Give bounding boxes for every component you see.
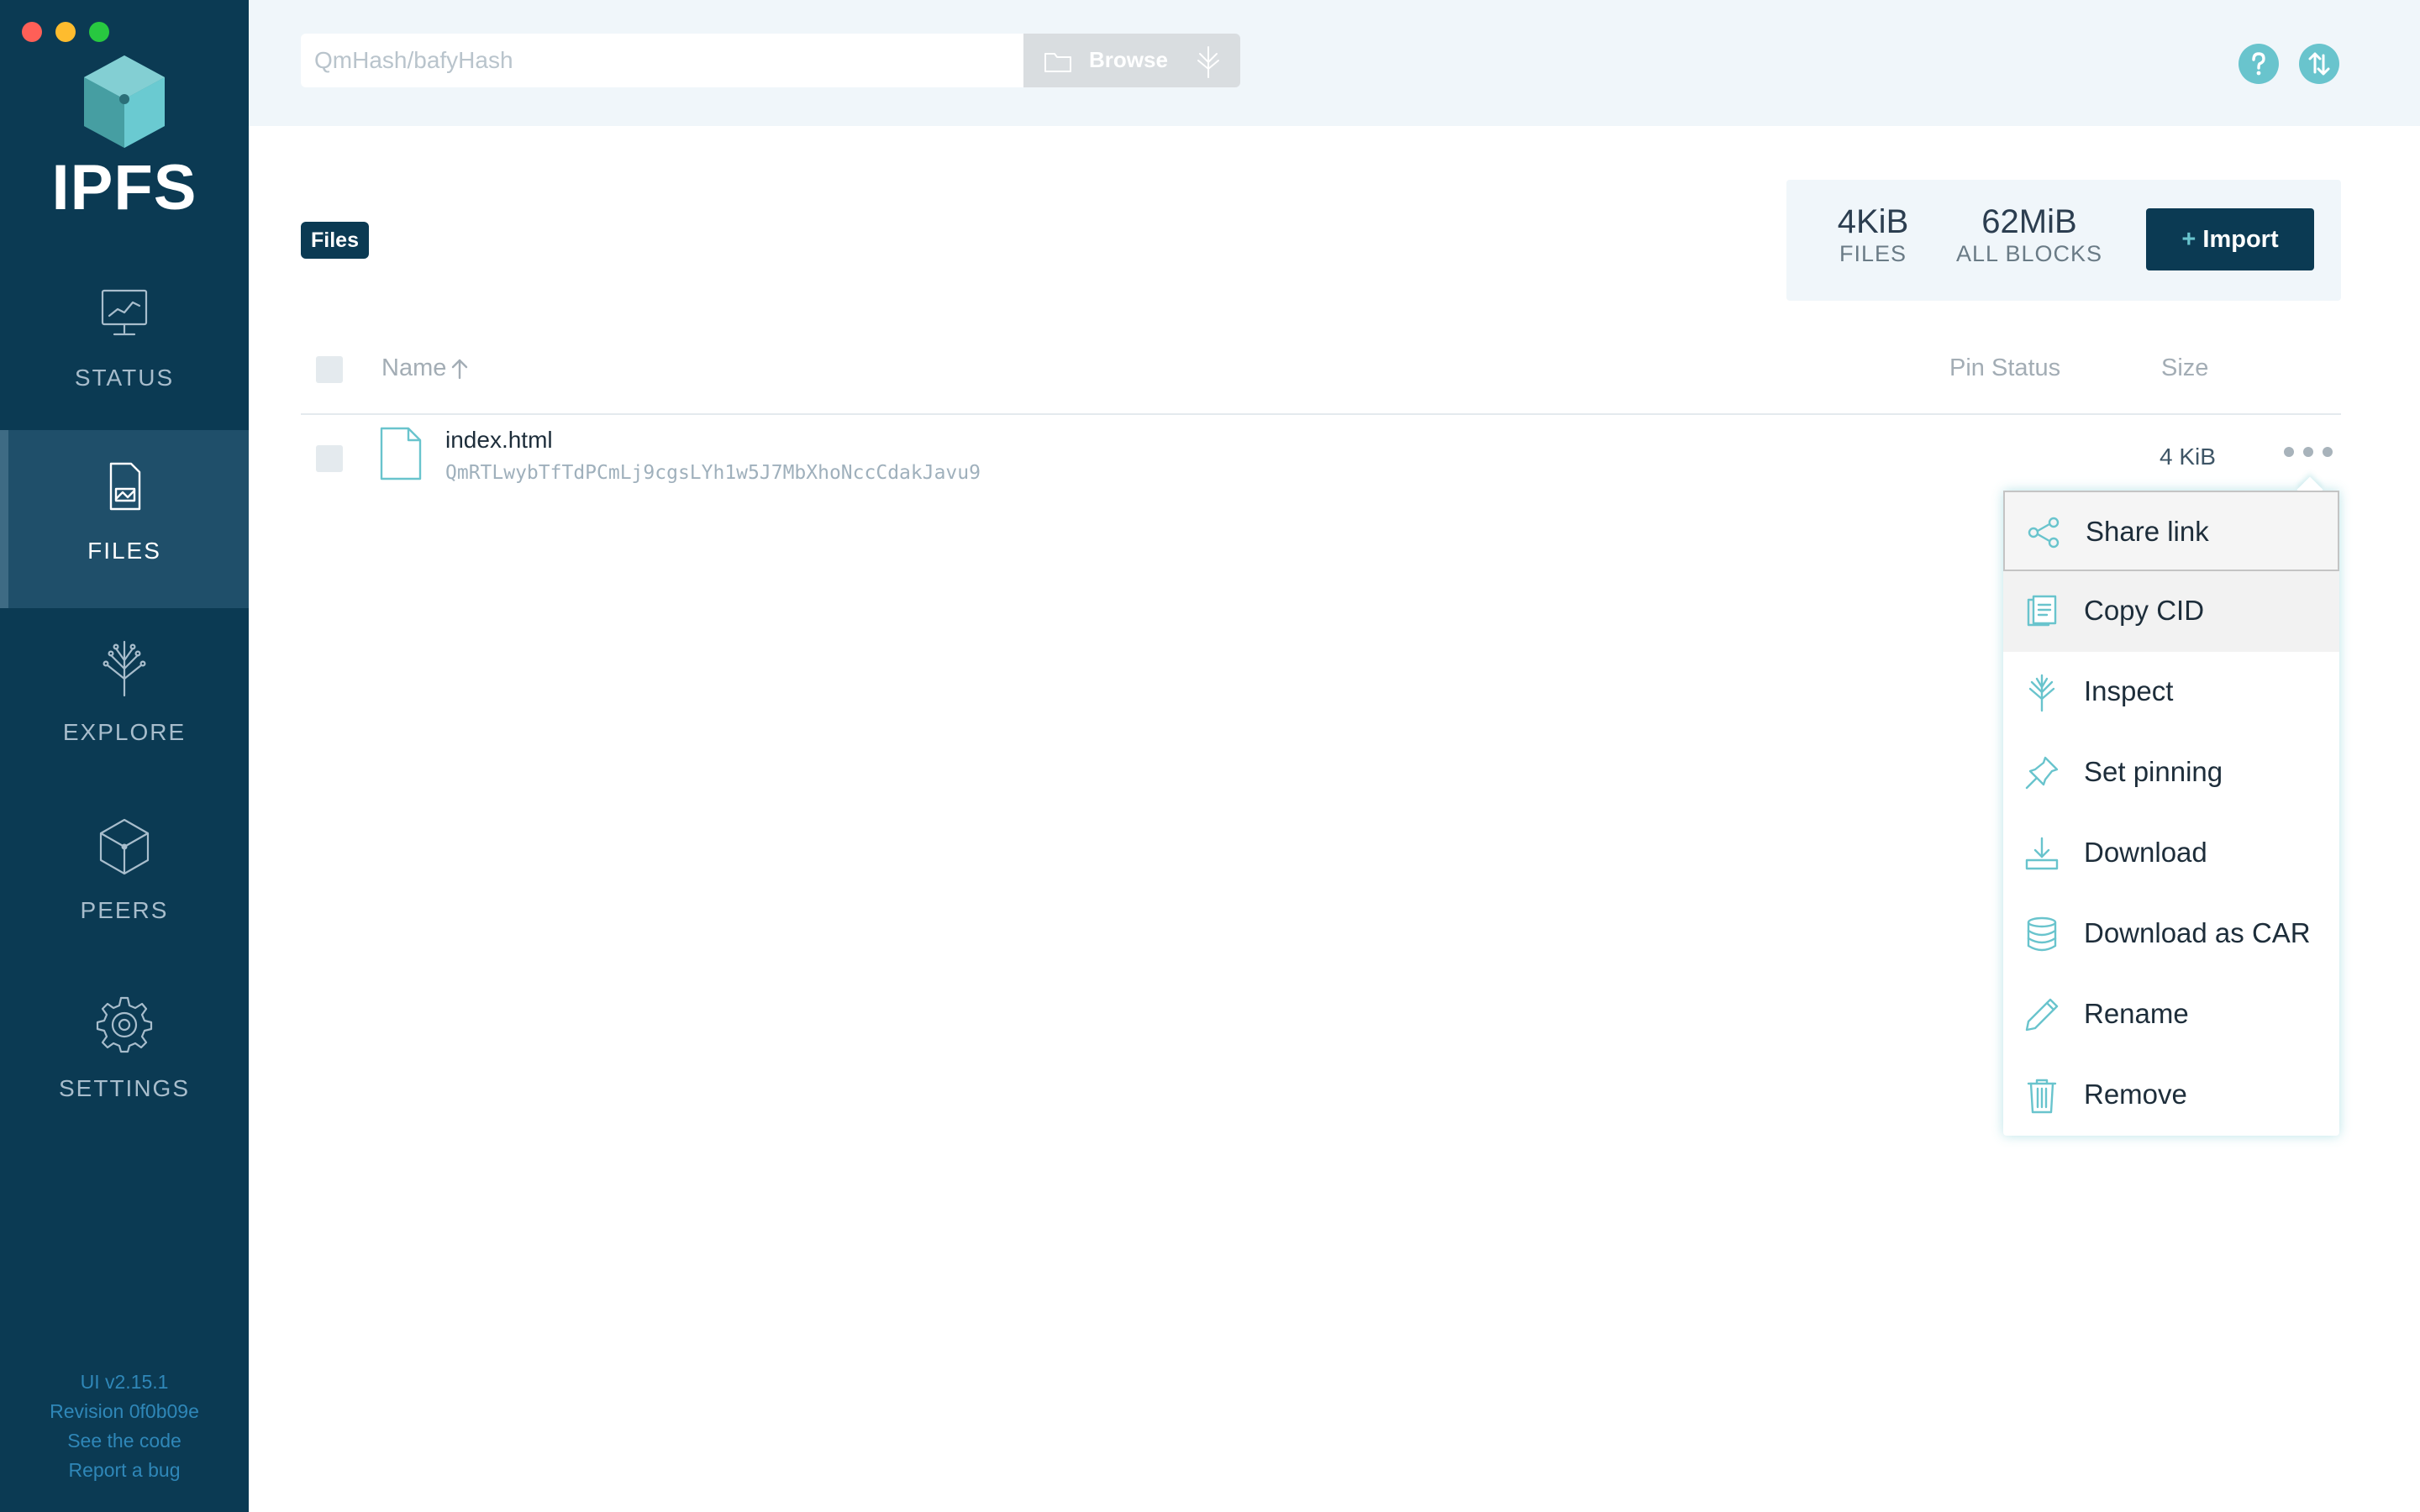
browse-button[interactable]: Browse	[1023, 34, 1240, 87]
nav-label-files: FILES	[87, 538, 161, 564]
files-size-label: FILES	[1839, 241, 1907, 266]
status-monitor-icon	[101, 289, 148, 336]
dot-icon	[2303, 447, 2313, 457]
file-icon	[380, 427, 422, 480]
breadcrumb-files[interactable]: Files	[301, 222, 369, 259]
menu-label-download-car: Download as CAR	[2084, 917, 2311, 948]
file-size: 4 KiB	[2160, 444, 2216, 470]
blocks-size-value: 62MiB	[1981, 203, 2077, 240]
sync-button[interactable]	[2299, 44, 2339, 84]
more-options-button[interactable]	[2281, 437, 2336, 462]
sidebar-footer: UI v2.15.1 Revision 0f0b09e See the code…	[0, 1368, 249, 1485]
folder-icon	[1044, 53, 1071, 72]
menu-label-set-pinning: Set pinning	[2084, 756, 2223, 787]
sync-icon	[2308, 52, 2330, 76]
ui-version-link[interactable]: UI v2.15.1	[0, 1368, 249, 1397]
window-close-button[interactable]	[22, 22, 42, 42]
revision-link[interactable]: Revision 0f0b09e	[0, 1397, 249, 1426]
download-icon	[2025, 837, 2059, 870]
window-maximize-button[interactable]	[89, 22, 109, 42]
menu-item-set-pinning[interactable]: Set pinning	[2003, 732, 2339, 813]
help-button[interactable]	[2238, 44, 2279, 84]
menu-label-rename: Rename	[2084, 998, 2189, 1029]
menu-label-copy-cid: Copy CID	[2084, 595, 2205, 626]
pin-icon	[2025, 756, 2059, 790]
files-size-stat: 4KiB FILES	[1812, 203, 1934, 267]
select-all-checkbox[interactable]	[316, 356, 343, 383]
menu-item-download[interactable]: Download	[2003, 813, 2339, 894]
menu-label-share-link: Share link	[2086, 516, 2209, 547]
column-header-name[interactable]: Name	[381, 354, 446, 382]
import-label: Import	[2202, 226, 2279, 253]
top-header: Browse	[249, 0, 2420, 126]
column-header-pin-status[interactable]: Pin Status	[1949, 354, 2060, 382]
peers-cube-icon	[99, 818, 150, 875]
menu-label-remove: Remove	[2084, 1079, 2187, 1110]
pencil-icon	[2025, 998, 2059, 1032]
logo-text: IPFS	[51, 152, 197, 223]
cid-search-input[interactable]	[301, 34, 1023, 87]
import-button[interactable]: + Import	[2146, 208, 2314, 270]
inspect-tree-icon	[2028, 674, 2055, 712]
ipfs-logo-icon	[84, 55, 165, 148]
share-icon	[2028, 517, 2060, 549]
nav-item-files[interactable]: FILES	[0, 430, 249, 608]
menu-item-remove[interactable]: Remove	[2003, 1055, 2339, 1136]
blocks-size-label: ALL BLOCKS	[1955, 241, 2103, 266]
trash-icon	[2027, 1079, 2057, 1114]
files-document-icon	[109, 462, 141, 511]
file-cid: QmRTLwybTfTdPCmLj9cgsLYh1w5J7MbXhoNccCda…	[445, 462, 981, 484]
nav-label-peers: PEERS	[80, 897, 169, 923]
copy-icon	[2027, 595, 2057, 627]
window-minimize-button[interactable]	[55, 22, 76, 42]
row-checkbox[interactable]	[316, 445, 343, 472]
nav-label-settings: SETTINGS	[58, 1075, 190, 1101]
files-size-value: 4KiB	[1837, 203, 1909, 240]
dot-icon	[2284, 447, 2294, 457]
dot-icon	[2323, 447, 2333, 457]
menu-item-copy-cid[interactable]: Copy CID	[2003, 571, 2339, 652]
database-icon	[2027, 916, 2057, 952]
explore-tree-icon	[103, 640, 146, 697]
plus-icon: +	[2181, 226, 2196, 253]
nav-label-status: STATUS	[74, 365, 175, 391]
menu-label-download: Download	[2084, 837, 2207, 868]
settings-gear-icon	[96, 996, 153, 1053]
blocks-size-stat: 62MiB ALL BLOCKS	[1936, 203, 2123, 267]
menu-item-download-car[interactable]: Download as CAR	[2003, 894, 2339, 974]
menu-item-rename[interactable]: Rename	[2003, 974, 2339, 1055]
browse-label: Browse	[1089, 47, 1168, 72]
menu-item-share-link[interactable]: Share link	[2003, 491, 2339, 571]
nav-item-status[interactable]: STATUS	[0, 257, 249, 435]
nav-item-settings[interactable]: SETTINGS	[0, 968, 249, 1146]
explore-tree-icon	[1197, 46, 1219, 78]
nav-label-explore: EXPLORE	[62, 719, 187, 745]
report-bug-link[interactable]: Report a bug	[0, 1456, 249, 1485]
nav-item-explore[interactable]: EXPLORE	[0, 612, 249, 790]
menu-item-inspect[interactable]: Inspect	[2003, 652, 2339, 732]
see-code-link[interactable]: See the code	[0, 1426, 249, 1456]
sort-ascending-icon[interactable]	[450, 358, 469, 380]
file-context-menu: Share link Copy CID Inspect Set pinning …	[2003, 491, 2339, 1136]
menu-label-inspect: Inspect	[2084, 675, 2174, 706]
files-table-header: Name Pin Status Size	[301, 336, 2341, 415]
column-header-size[interactable]: Size	[2161, 354, 2208, 382]
sidebar: IPFS STATUS FILES EXPLORE PEERS SETTINGS…	[0, 0, 249, 1512]
nav-item-peers[interactable]: PEERS	[0, 790, 249, 968]
file-name[interactable]: index.html	[445, 427, 553, 454]
help-icon	[2252, 52, 2265, 76]
